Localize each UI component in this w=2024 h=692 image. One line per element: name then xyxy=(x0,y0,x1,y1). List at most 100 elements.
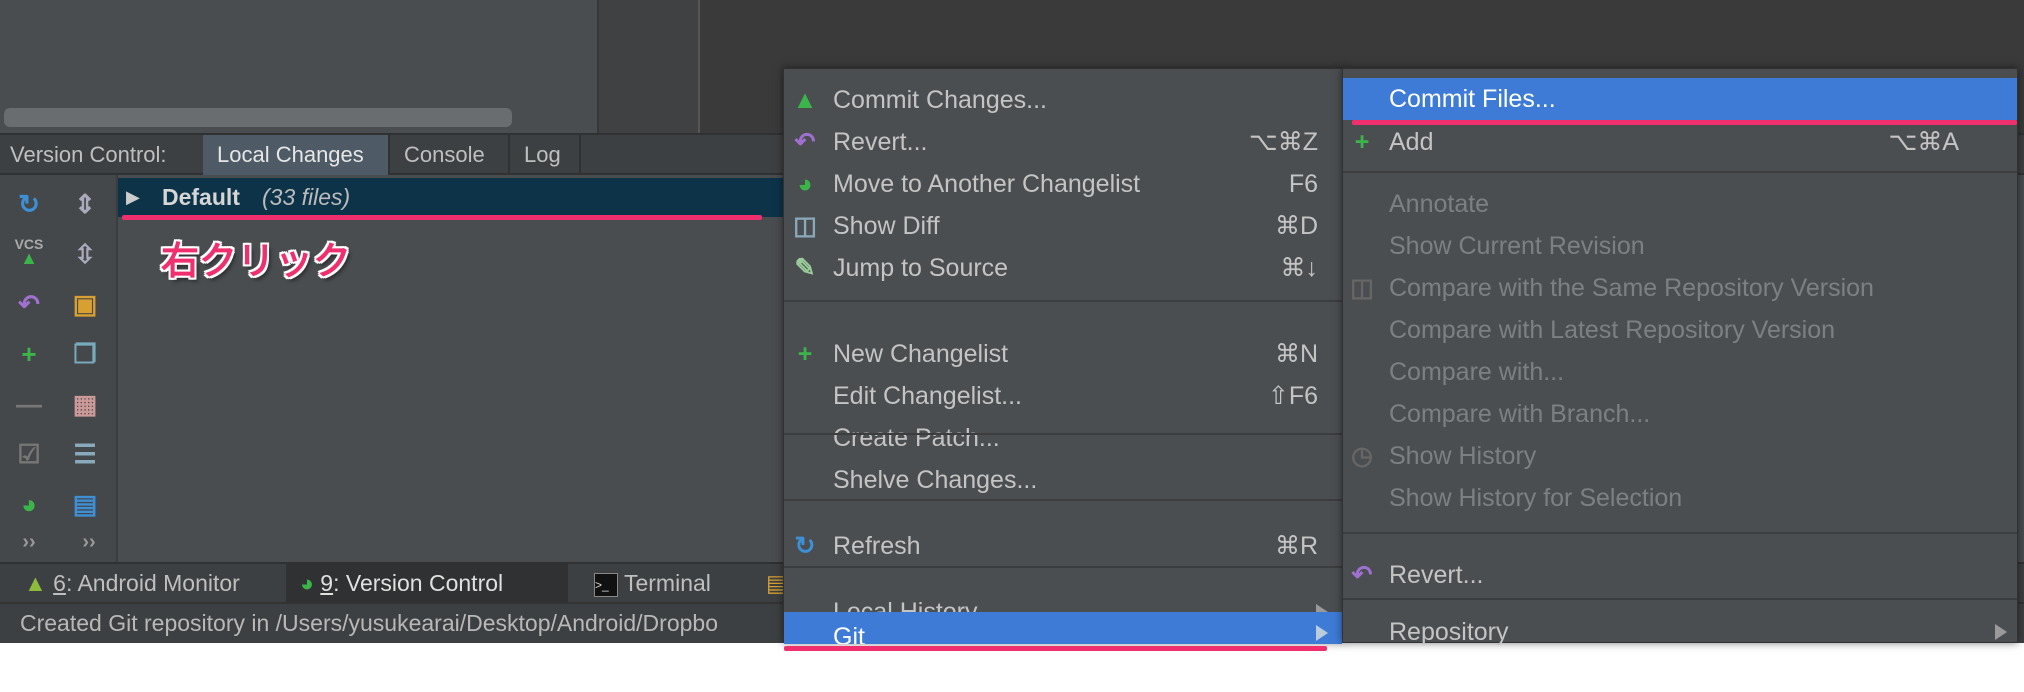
menu-item-label: Show Diff xyxy=(833,212,940,240)
menu-item-label: Add xyxy=(1389,128,1434,156)
menu-item-show-history-for-selection[interactable]: Show History for Selection xyxy=(1343,477,2017,519)
menu-item-label: Compare with Branch... xyxy=(1389,400,1651,428)
revert-icon[interactable]: ↶ xyxy=(14,289,44,319)
shortcut: ⌥⌘Z xyxy=(1248,128,1318,156)
menu-item-show-history[interactable]: ◷ Show History xyxy=(1343,435,2017,477)
refresh-icon[interactable]: ↻ xyxy=(14,189,44,219)
menu-item-label: Move to Another Changelist xyxy=(833,170,1141,198)
menu-separator xyxy=(1343,598,2017,600)
menu-item-label: Git xyxy=(833,623,865,644)
menu-item-commit-files[interactable]: Commit Files... xyxy=(1343,78,2017,120)
android-icon: ▲ xyxy=(24,570,47,596)
menu-item-label: Create Patch... xyxy=(833,424,1000,452)
changelist-row-default[interactable]: ▶ Default (33 files) xyxy=(118,178,798,217)
tab-log[interactable]: Log xyxy=(510,135,581,175)
preview-icon[interactable]: ▤ xyxy=(70,489,100,519)
menu-item-move-to-another-changelist[interactable]: ◕ Move to Another Changelist F6 xyxy=(784,163,1342,205)
shortcut: ⌘R xyxy=(1274,532,1318,560)
submenu-arrow-icon xyxy=(1316,625,1328,641)
menu-item-edit-changelist[interactable]: Edit Changelist... ⇧F6 xyxy=(784,375,1342,417)
menu-item-new-changelist[interactable]: + New Changelist ⌘N xyxy=(784,333,1342,375)
tab-console[interactable]: Console xyxy=(390,135,510,175)
tab-local-changes[interactable]: Local Changes xyxy=(203,135,390,175)
editor-gutter xyxy=(597,0,698,133)
tool-android-monitor[interactable]: ▲ 6: Android Monitor xyxy=(10,564,280,602)
menu-item-create-patch[interactable]: Create Patch... xyxy=(784,417,1342,459)
menu-separator xyxy=(784,300,1342,302)
vcs-icon: ◕ xyxy=(300,570,314,596)
vcs-commit-icon: ▲ xyxy=(792,86,818,114)
menu-item-label: Jump to Source xyxy=(833,254,1009,282)
menu-item-repository[interactable]: Repository xyxy=(1343,611,2017,653)
menu-item-compare-with-the-same-repository-version[interactable]: ◫ Compare with the Same Repository Versio… xyxy=(1343,267,2017,309)
group-icon[interactable]: ▦ xyxy=(70,389,100,419)
menu-item-add[interactable]: + Add ⌥⌘A xyxy=(1343,121,2017,163)
add-icon[interactable]: + xyxy=(14,339,44,369)
diff-icon: ◫ xyxy=(1350,274,1374,302)
shortcut: ⌘N xyxy=(1274,340,1318,368)
submenu-arrow-icon xyxy=(1995,624,2007,640)
menu-item-compare-with[interactable]: Compare with... xyxy=(1343,351,2017,393)
vcs-commit-icon[interactable]: VCS ▲ xyxy=(14,237,44,267)
expand-all-icon[interactable]: ⇕ xyxy=(70,189,100,219)
more-icon[interactable]: ›› xyxy=(74,527,104,557)
menu-item-label: Commit Files... xyxy=(1389,85,1556,113)
more-icon[interactable]: ›› xyxy=(14,527,44,557)
expand-triangle-icon[interactable]: ▶ xyxy=(126,178,140,217)
menu-item-label: Annotate xyxy=(1389,190,1490,218)
checklist-icon[interactable]: ☰ xyxy=(70,439,100,469)
menu-item-label: Compare with... xyxy=(1389,358,1565,386)
add-icon: + xyxy=(1354,128,1370,156)
menu-item-shelve-changes[interactable]: Shelve Changes... xyxy=(784,459,1342,501)
menu-item-label: Compare with Latest Repository Version xyxy=(1389,316,1836,344)
menu-item-jump-to-source[interactable]: ✎ Jump to Source ⌘↓ xyxy=(784,247,1342,289)
tool-terminal[interactable]: >_ Terminal xyxy=(580,564,760,602)
remove-icon[interactable]: — xyxy=(14,389,44,419)
move-changelist-icon: ◕ xyxy=(797,170,813,198)
menu-item-label: Refresh xyxy=(833,532,921,560)
revert-icon: ↶ xyxy=(794,128,816,156)
edit-source-icon: ✎ xyxy=(794,254,816,282)
menu-separator xyxy=(784,499,1342,501)
changelist-count: (33 files) xyxy=(262,184,351,210)
copy-icon[interactable]: ❐ xyxy=(70,339,100,369)
menu-item-label: Commit Changes... xyxy=(833,86,1047,114)
horizontal-scrollbar[interactable] xyxy=(4,108,512,127)
menu-item-git[interactable]: Git xyxy=(784,612,1342,644)
refresh-icon: ↻ xyxy=(794,532,816,560)
menu-item-label: Repository xyxy=(1389,618,1509,646)
shortcut: F6 xyxy=(1288,170,1318,198)
menu-item-show-current-revision[interactable]: Show Current Revision xyxy=(1343,225,2017,267)
menu-item-label: Edit Changelist... xyxy=(833,382,1022,410)
menu-item-compare-with-latest-repository-version[interactable]: Compare with Latest Repository Version xyxy=(1343,309,2017,351)
menu-separator xyxy=(784,433,1342,435)
shortcut: ⌘↓ xyxy=(1280,254,1319,282)
menu-item-label: Revert... xyxy=(1389,561,1484,589)
annotation-underline xyxy=(784,646,1327,651)
menu-item-commit-changes[interactable]: ▲ Commit Changes... xyxy=(784,79,1342,121)
menu-item-revert[interactable]: ↶ Revert... ⌥⌘Z xyxy=(784,121,1342,163)
tool-window-title: Version Control: xyxy=(10,142,167,167)
history-icon: ◷ xyxy=(1351,442,1373,470)
menu-item-revert[interactable]: ↶ Revert... xyxy=(1343,554,2017,596)
menu-item-label: Show History xyxy=(1389,442,1537,470)
move-changelist-icon[interactable]: ◕ xyxy=(14,489,44,519)
annotation-right-click: 右クリック xyxy=(161,241,352,283)
menu-item-label: Compare with the Same Repository Version xyxy=(1389,274,1874,302)
menu-item-show-diff[interactable]: ◫ Show Diff ⌘D xyxy=(784,205,1342,247)
collapse-all-icon[interactable]: ⇳ xyxy=(70,239,100,269)
annotation-underline xyxy=(122,215,762,220)
menu-item-label: Show History for Selection xyxy=(1389,484,1683,512)
revert-icon: ↶ xyxy=(1351,561,1373,589)
shortcut: ⌥⌘A xyxy=(1888,128,1959,156)
menu-item-compare-with-branch[interactable]: Compare with Branch... xyxy=(1343,393,2017,435)
menu-item-annotate[interactable]: Annotate xyxy=(1343,183,2017,225)
shortcut: ⇧F6 xyxy=(1267,382,1318,410)
terminal-icon: >_ xyxy=(594,572,618,597)
tool-version-control[interactable]: ◕ 9: Version Control xyxy=(286,564,568,602)
add-icon: + xyxy=(797,340,813,368)
checkbox-icon[interactable]: ☑ xyxy=(14,439,44,469)
changelist-name: Default xyxy=(162,184,240,210)
menu-item-refresh[interactable]: ↻ Refresh ⌘R xyxy=(784,525,1342,567)
shelf-icon[interactable]: ▣ xyxy=(70,289,100,319)
